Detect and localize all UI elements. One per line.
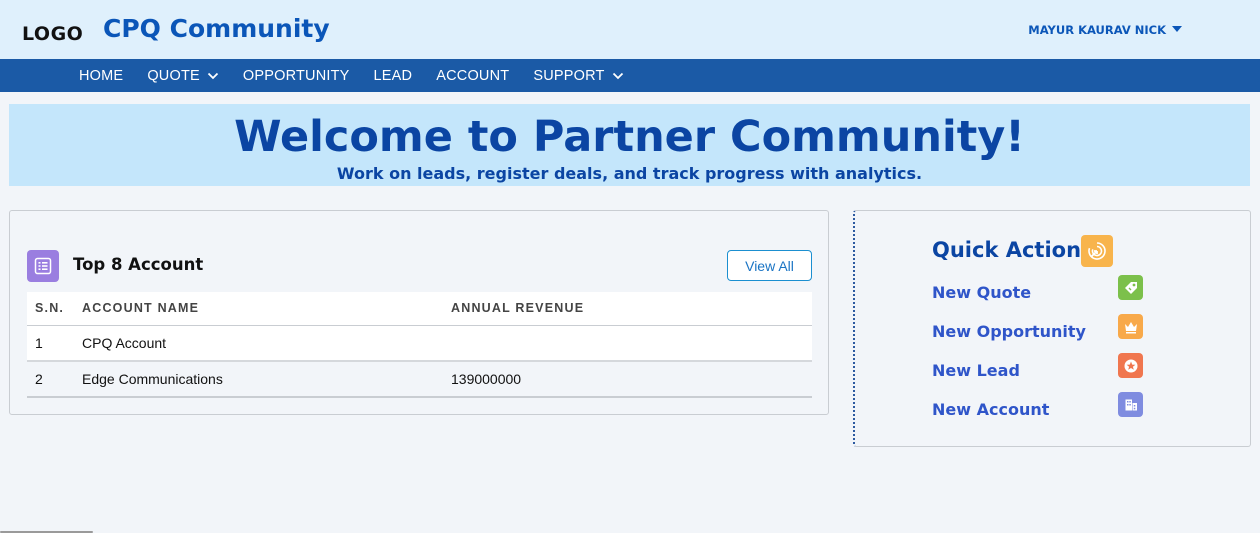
view-all-button[interactable]: View All (727, 250, 812, 281)
cell-sn: 2 (27, 361, 82, 398)
top-accounts-card: Top 8 Account View All S.N. ACCOUNT NAME… (9, 210, 829, 415)
user-name[interactable]: MAYUR KAURAV NICK (1028, 23, 1166, 37)
nav-item-quote[interactable]: QUOTE (147, 68, 219, 84)
column-header-account-name[interactable]: ACCOUNT NAME (82, 292, 451, 326)
caret-down-icon[interactable] (1172, 26, 1182, 32)
cell-sn: 1 (27, 325, 82, 362)
nav-item-home[interactable]: HOME (79, 68, 123, 84)
tag-icon[interactable] (1118, 275, 1143, 300)
cell-annual-revenue (451, 325, 812, 362)
main-nav: HOME QUOTE OPPORTUNITY LEAD ACCOUNT SUPP… (0, 59, 1260, 92)
quick-action-card: Quick Action New Quote New Opportunity N… (853, 210, 1251, 447)
app-title[interactable]: CPQ Community (103, 14, 330, 43)
nav-item-label[interactable]: OPPORTUNITY (243, 68, 350, 84)
crown-icon[interactable] (1118, 314, 1143, 339)
logo[interactable]: LOGO (22, 23, 83, 45)
chevron-down-icon[interactable] (207, 70, 219, 82)
user-menu[interactable]: MAYUR KAURAV NICK (1028, 23, 1182, 37)
cell-annual-revenue: 139000000 (451, 361, 812, 398)
nav-item-account[interactable]: ACCOUNT (436, 68, 509, 84)
nav-item-opportunity[interactable]: OPPORTUNITY (243, 68, 350, 84)
cell-account-name[interactable]: Edge Communications (82, 361, 451, 398)
nav-item-label[interactable]: HOME (79, 68, 123, 84)
table-row[interactable]: 2 Edge Communications 139000000 (27, 361, 812, 398)
column-header-annual-revenue[interactable]: ANNUAL REVENUE (451, 292, 812, 326)
nav-item-label[interactable]: ACCOUNT (436, 68, 509, 84)
new-account-link[interactable]: New Account (932, 400, 1049, 419)
table-row[interactable]: 1 CPQ Account (27, 325, 812, 362)
nav-item-lead[interactable]: LEAD (374, 68, 413, 84)
lead-star-icon[interactable] (1118, 353, 1143, 378)
banner-title: Welcome to Partner Community! (234, 112, 1025, 162)
building-icon[interactable] (1118, 392, 1143, 417)
banner-subtitle: Work on leads, register deals, and track… (336, 164, 923, 183)
chevron-down-icon[interactable] (612, 70, 624, 82)
new-lead-link[interactable]: New Lead (932, 361, 1020, 380)
quick-action-icon (1081, 235, 1113, 267)
accounts-table: S.N. ACCOUNT NAME ANNUAL REVENUE 1 CPQ A… (27, 292, 812, 398)
nav-item-label[interactable]: QUOTE (147, 68, 200, 84)
nav-item-support[interactable]: SUPPORT (533, 68, 623, 84)
nav-item-label[interactable]: SUPPORT (533, 68, 604, 84)
top-header: LOGO CPQ Community MAYUR KAURAV NICK (0, 0, 1260, 59)
welcome-banner: Welcome to Partner Community! Work on le… (9, 104, 1250, 186)
new-quote-link[interactable]: New Quote (932, 283, 1031, 302)
cell-account-name[interactable]: CPQ Account (82, 325, 451, 362)
nav-item-label[interactable]: LEAD (374, 68, 413, 84)
new-opportunity-link[interactable]: New Opportunity (932, 322, 1086, 341)
list-icon (27, 250, 59, 282)
column-header-sn[interactable]: S.N. (27, 292, 82, 326)
card-title: Top 8 Account (73, 255, 204, 274)
table-header-row: S.N. ACCOUNT NAME ANNUAL REVENUE (27, 292, 812, 326)
quick-action-title: Quick Action (932, 238, 1082, 262)
